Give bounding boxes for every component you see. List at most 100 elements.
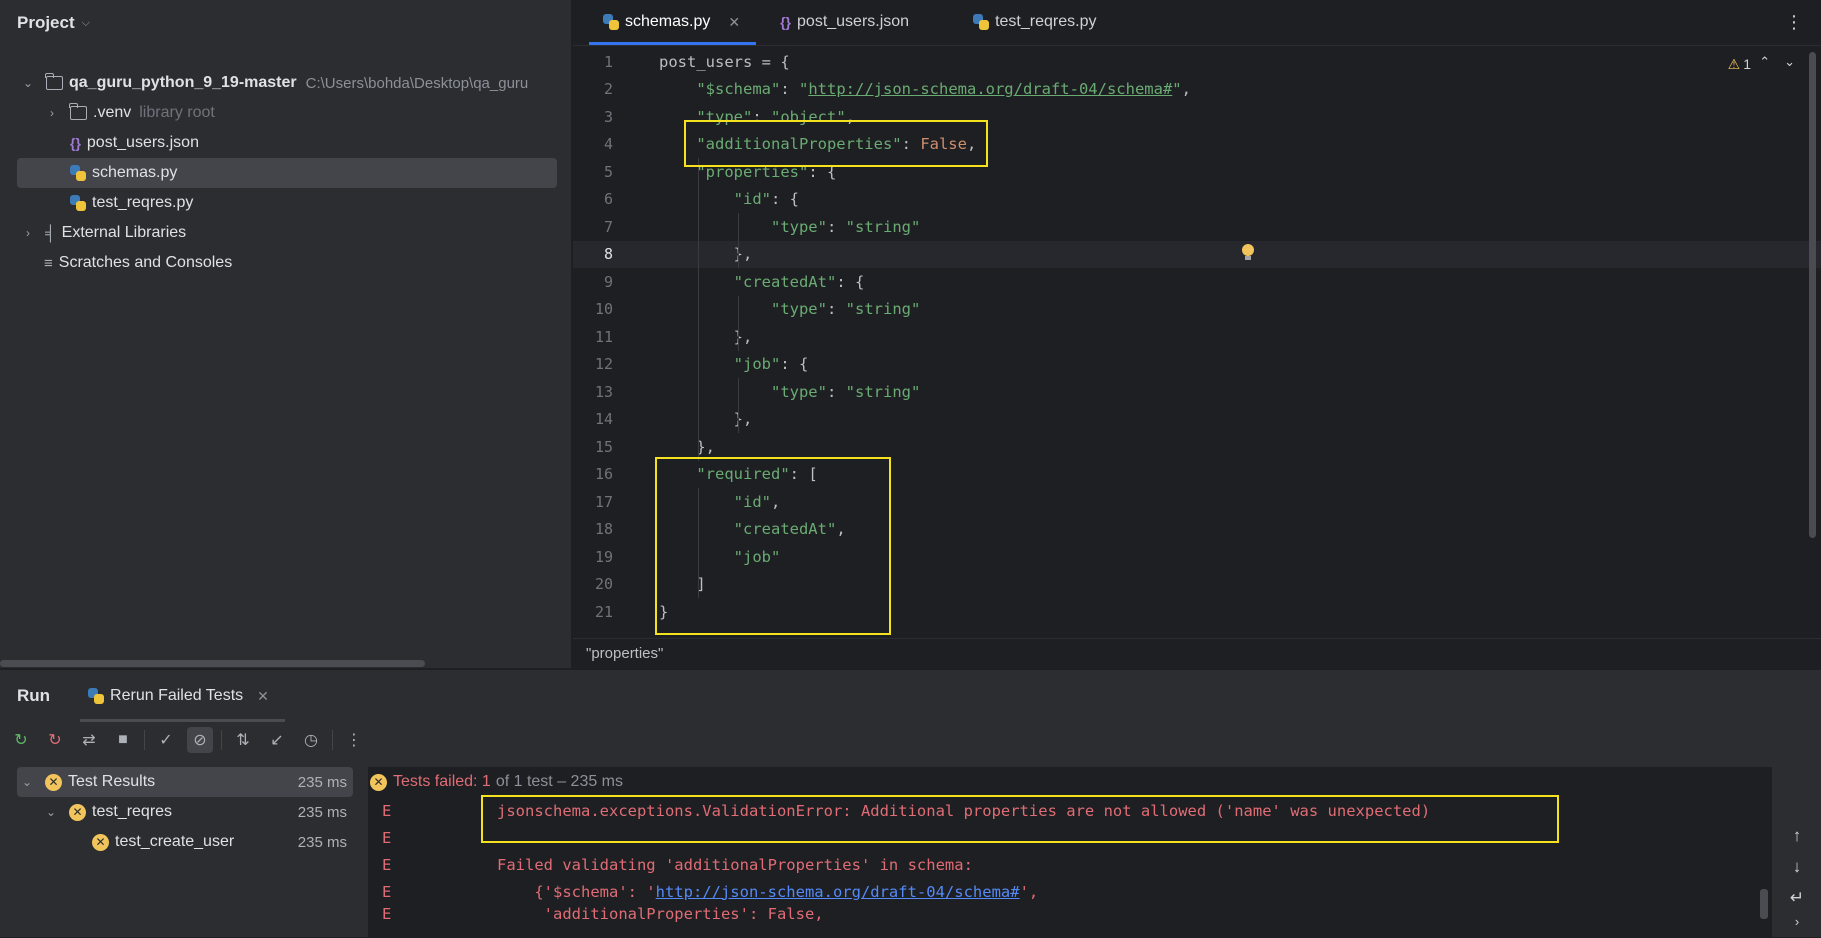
line-number: 1	[603, 52, 613, 71]
code-line[interactable]: 2 "$schema": "http://json-schema.org/dra…	[573, 76, 1821, 103]
tree-item-label: schemas.py	[92, 164, 178, 181]
tab-post-users-json[interactable]: {} post_users.json	[766, 0, 925, 45]
code-line[interactable]: 1 post_users = {	[573, 48, 1821, 75]
tree-item-label: Scratches and Consoles	[58, 254, 233, 271]
json-file-icon: {}	[780, 14, 792, 30]
code-text: post_users = {	[659, 52, 790, 71]
chevron-up-icon[interactable]: ⌃	[1759, 54, 1784, 69]
code-line[interactable]: 12 "job": {	[573, 351, 1821, 378]
console-marker: E	[382, 855, 392, 874]
indent-guide	[698, 158, 699, 461]
console-marker: E	[382, 882, 392, 901]
tree-item-label: .venv	[93, 104, 132, 121]
python-run-icon	[88, 688, 105, 704]
rerun-icon[interactable]: ↻	[8, 727, 34, 753]
tree-item-post-users-json[interactable]: {} post_users.json	[0, 128, 572, 158]
rerun-failed-icon[interactable]: ↻	[42, 727, 68, 753]
line-number: 4	[603, 135, 613, 153]
run-panel-header: Run Rerun Failed Tests ✕	[0, 670, 1821, 722]
close-icon[interactable]: ✕	[728, 14, 740, 31]
python-file-icon	[603, 14, 619, 30]
project-horizontal-scrollbar[interactable]	[0, 660, 425, 667]
test-results-tree: ⌄ ✕ Test Results 235 ms ⌄ ✕ test_reqres …	[17, 767, 353, 938]
console-line: E Failed validating 'additionalProperties…	[382, 851, 973, 878]
code-line[interactable]: 7 "type": "string"	[573, 213, 1821, 240]
chevron-down-icon[interactable]: ⌄	[20, 76, 36, 90]
close-icon[interactable]: ✕	[257, 688, 269, 705]
chevron-right-icon[interactable]: ›	[20, 226, 36, 240]
failed-icon: ✕	[45, 773, 62, 791]
breadcrumb[interactable]: "properties"	[573, 638, 1821, 668]
indent-guide	[738, 295, 739, 351]
code-line[interactable]: 6 "id": {	[573, 186, 1821, 213]
chevron-down-icon[interactable]: ⌄	[19, 775, 35, 789]
code-text: "job": {	[733, 355, 809, 373]
stop-icon[interactable]: ■	[110, 727, 136, 753]
result-duration: 235 ms	[297, 773, 347, 791]
tree-item-venv[interactable]: › .venv library root	[0, 98, 572, 128]
more-vertical-icon[interactable]: ⋮	[341, 727, 367, 753]
history-icon[interactable]: ◷	[298, 727, 324, 753]
arrow-down-icon[interactable]: ↓	[1787, 851, 1807, 882]
line-number: 6	[603, 190, 613, 208]
console-text: 'additionalProperties': False,	[497, 905, 824, 923]
code-line[interactable]: 9 "createdAt": {	[573, 268, 1821, 295]
run-title: Run	[17, 686, 51, 705]
chevron-right-icon[interactable]: ›	[1787, 913, 1807, 931]
code-line[interactable]: 13 "type": "string"	[573, 378, 1821, 405]
chevron-down-icon[interactable]: ⌵	[82, 17, 90, 30]
line-number: 21	[594, 602, 613, 621]
console-side-tools: ↑ ↓ ↵ ›	[1787, 820, 1807, 931]
test-console[interactable]: ✕ Tests failed: 1 of 1 test – 235 ms Ejs…	[368, 767, 1772, 938]
breadcrumb-item[interactable]: "properties"	[586, 645, 663, 662]
console-scrollbar[interactable]	[1760, 889, 1768, 919]
tree-item-test-results[interactable]: ⌄ ✕ Test Results 235 ms	[17, 767, 353, 797]
tree-item-external-libraries[interactable]: › ╡ External Libraries	[0, 218, 572, 248]
project-panel-header[interactable]: Project ⌵	[0, 0, 571, 46]
tree-item-test-reqres-py[interactable]: test_reqres.py	[0, 188, 572, 218]
tab-rerun-failed-tests[interactable]: Rerun Failed Tests ✕	[80, 670, 285, 722]
sort-icon[interactable]: ⇅	[230, 727, 256, 753]
show-passed-icon[interactable]: ✓	[153, 727, 179, 753]
tab-test-reqres-py[interactable]: test_reqres.py	[959, 0, 1112, 45]
code-line[interactable]: 14 },	[573, 406, 1821, 433]
json-file-icon: {}	[70, 135, 81, 151]
tree-item-scratches[interactable]: ≡ Scratches and Consoles	[0, 248, 572, 278]
chevron-right-icon[interactable]: ›	[44, 106, 60, 120]
warning-count: 1	[1743, 56, 1751, 72]
code-line[interactable]: 15 },	[573, 433, 1821, 460]
lightbulb-icon[interactable]	[1241, 244, 1255, 262]
tree-item-test-reqres[interactable]: ⌄ ✕ test_reqres 235 ms	[17, 797, 353, 827]
code-line[interactable]: 11 },	[573, 323, 1821, 350]
warning-indicator[interactable]: ⚠ 1	[1728, 56, 1751, 73]
toolbar-separator	[332, 730, 333, 750]
more-vertical-icon[interactable]: ⋮	[1785, 12, 1803, 33]
project-panel: Project ⌵ ⌄ qa_guru_python_9_19-master C…	[0, 0, 572, 668]
tree-item-test-create-user[interactable]: ✕ test_create_user 235 ms	[17, 827, 353, 857]
indent-guide	[738, 213, 739, 268]
tab-schemas-py[interactable]: schemas.py ✕	[589, 0, 757, 45]
problem-navigation[interactable]: ⌃⌄	[1759, 54, 1809, 70]
folder-icon	[69, 103, 87, 120]
python-file-icon	[70, 165, 86, 181]
run-panel: Run Rerun Failed Tests ✕ ↻ ↻ ⇄ ■ ✓ ⊘ ⇅ ↙…	[0, 669, 1821, 938]
editor-vertical-scrollbar[interactable]	[1809, 52, 1816, 538]
tree-item-schemas-py[interactable]: schemas.py	[17, 158, 557, 188]
tree-item-root[interactable]: ⌄ qa_guru_python_9_19-master C:\Users\bo…	[0, 68, 572, 98]
result-label: Test Results	[68, 773, 156, 790]
result-duration: 235 ms	[297, 803, 347, 821]
chevron-down-icon[interactable]: ⌄	[43, 805, 59, 819]
schema-link[interactable]: http://json-schema.org/draft-04/schema#	[656, 883, 1020, 901]
code-line[interactable]: 8 },	[573, 240, 1821, 268]
code-line[interactable]: 10 "type": "string"	[573, 296, 1821, 323]
line-number: 3	[603, 107, 613, 126]
console-marker: E	[382, 905, 392, 923]
status-main: Tests failed: 1	[393, 773, 491, 790]
line-number: 18	[594, 520, 613, 538]
import-tests-icon[interactable]: ↙	[264, 727, 290, 753]
toggle-auto-test-icon[interactable]: ⇄	[76, 727, 102, 753]
chevron-down-icon[interactable]: ⌄	[1784, 54, 1809, 69]
show-ignored-icon[interactable]: ⊘	[187, 727, 213, 753]
soft-wrap-icon[interactable]: ↵	[1787, 882, 1807, 913]
arrow-up-icon[interactable]: ↑	[1787, 820, 1807, 851]
